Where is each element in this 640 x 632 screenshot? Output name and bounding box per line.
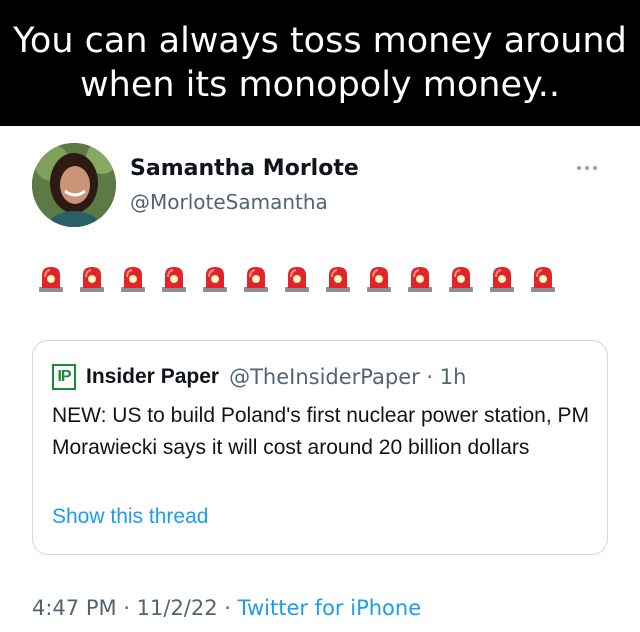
police-car-light-icon [203,267,227,292]
author-display-name[interactable]: Samantha Morlote [130,156,359,181]
siren-emoji-row [36,263,558,293]
police-car-light-icon [80,267,104,292]
more-options-button[interactable] [572,158,602,178]
tweet-source-link[interactable]: Twitter for iPhone [238,596,422,620]
police-car-light-icon [121,267,145,292]
insider-paper-logo: IP [52,364,76,390]
police-car-light-icon [490,267,514,292]
police-car-light-icon [285,267,309,292]
tweet-timestamp[interactable]: 4:47 PM · 11/2/22 · [32,596,238,620]
police-car-light-icon [367,267,391,292]
meme-caption: You can always toss money around when it… [0,0,640,126]
police-car-light-icon [162,267,186,292]
meme-caption-line-2: when its monopoly money.. [80,65,560,105]
more-dot [585,166,589,170]
avatar[interactable] [32,143,116,227]
police-car-light-icon [531,267,555,292]
quoted-tweet-header: IP Insider Paper @TheInsiderPaper · 1h [52,364,466,390]
more-dot [593,166,597,170]
police-car-light-icon [408,267,432,292]
avatar-photo [32,143,116,227]
quoted-tweet-text: NEW: US to build Poland's first nuclear … [52,404,590,459]
author-handle[interactable]: @MorloteSamantha [130,190,328,214]
quoted-author-name[interactable]: Insider Paper [86,365,219,389]
more-horizontal-icon [577,166,581,170]
meme-caption-line-1: You can always toss money around [13,21,627,61]
police-car-light-icon [326,267,350,292]
police-car-light-icon [39,267,63,292]
quoted-author-handle-time[interactable]: @TheInsiderPaper · 1h [229,365,466,389]
show-thread-link[interactable]: Show this thread [52,505,208,529]
police-car-light-icon [449,267,473,292]
police-car-light-icon [244,267,268,292]
tweet-footer: 4:47 PM · 11/2/22 · Twitter for iPhone [32,596,421,620]
